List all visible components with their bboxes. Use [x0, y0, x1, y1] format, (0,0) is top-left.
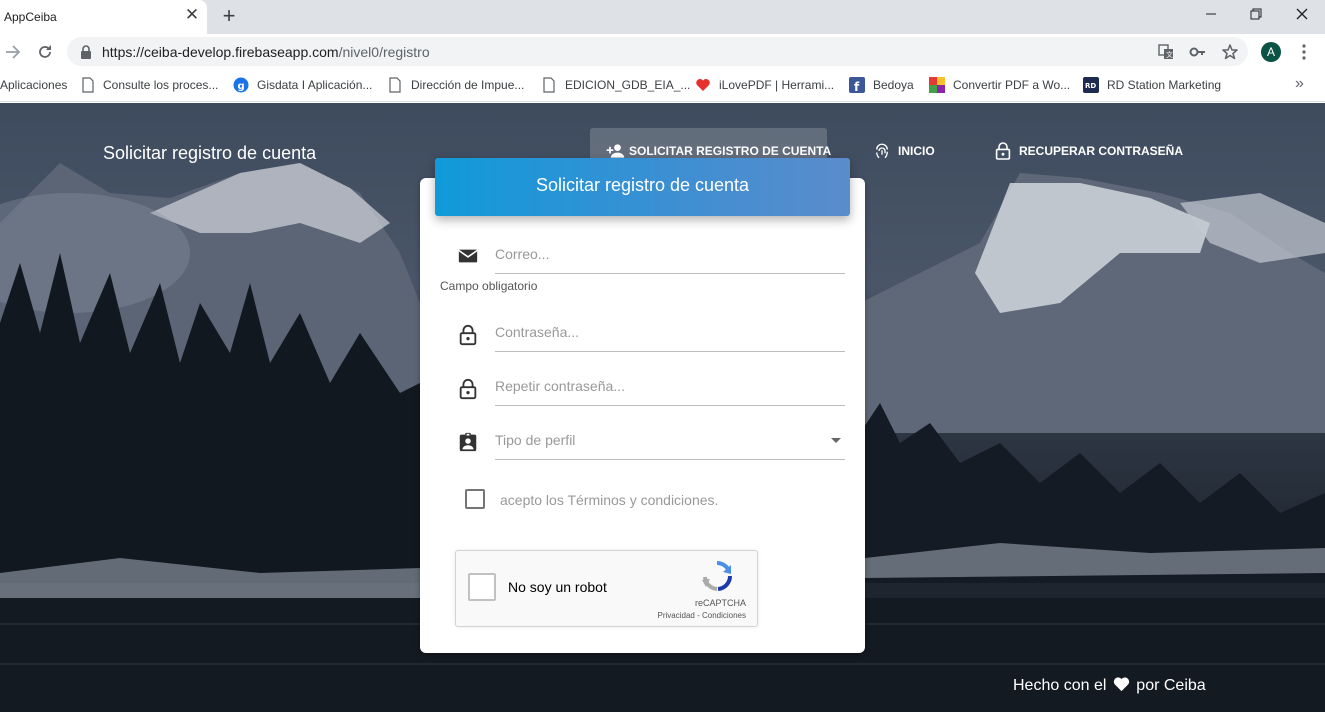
- bookmark-direccion[interactable]: Dirección de Impue...: [411, 78, 524, 92]
- lock-icon: [459, 378, 477, 400]
- lock-open-icon: [995, 142, 1011, 160]
- profile-type-select[interactable]: Tipo de perfil: [495, 426, 845, 460]
- rd-station-icon: RD: [1083, 77, 1099, 93]
- forward-icon[interactable]: [3, 42, 23, 62]
- recaptcha-label: No soy un robot: [508, 579, 607, 595]
- recaptcha-logo-icon: [702, 561, 733, 591]
- nav-label: RECUPERAR CONTRASEÑA: [1019, 144, 1184, 158]
- repeat-password-input[interactable]: [495, 378, 845, 394]
- card-header: Solicitar registro de cuenta: [435, 158, 850, 216]
- star-icon[interactable]: [1221, 43, 1239, 61]
- dropdown-arrow-icon[interactable]: [831, 438, 841, 443]
- browser-tabstrip: AppCeiba ✕ +: [0, 0, 1325, 34]
- fingerprint-icon: [876, 143, 888, 159]
- password-field[interactable]: [495, 318, 845, 352]
- email-required-hint: Campo obligatorio: [440, 279, 538, 293]
- page-icon: [543, 77, 555, 93]
- minimize-icon[interactable]: [1203, 6, 1219, 22]
- ilovepdf-icon: [696, 79, 710, 91]
- url-host: https://ceiba-develop.firebaseapp.com: [102, 44, 339, 60]
- recaptcha-brand: reCAPTCHA: [694, 598, 746, 608]
- tab-title: AppCeiba: [4, 10, 57, 24]
- assignment-ind-icon: [459, 432, 477, 452]
- lock-icon[interactable]: [77, 43, 95, 61]
- key-icon[interactable]: [1189, 43, 1207, 61]
- bookmark-convertir[interactable]: Convertir PDF a Wo...: [953, 78, 1070, 92]
- facebook-icon: f: [849, 77, 865, 93]
- svg-text:RD: RD: [1085, 82, 1096, 90]
- bookmark-aplicaciones[interactable]: Aplicaciones: [0, 78, 67, 92]
- bookmark-consulte[interactable]: Consulte los proces...: [103, 78, 218, 92]
- card-title: Solicitar registro de cuenta: [535, 175, 750, 195]
- brand-title[interactable]: Solicitar registro de cuenta: [103, 143, 316, 164]
- footer-prefix: Hecho con el: [1013, 677, 1107, 694]
- tab-close-icon[interactable]: ✕: [184, 6, 200, 23]
- footer-credit: Hecho con el por Ceiba: [1013, 676, 1206, 695]
- browser-tab[interactable]: AppCeiba ✕: [0, 0, 207, 34]
- lock-icon: [459, 324, 477, 346]
- recaptcha-privacy-terms-links[interactable]: Privacidad - Condiciones: [636, 611, 747, 620]
- address-bar[interactable]: https://ceiba-develop.firebaseapp.com/ni…: [67, 37, 1248, 66]
- profile-avatar[interactable]: A: [1261, 42, 1281, 62]
- email-input[interactable]: [495, 246, 845, 262]
- translate-icon[interactable]: 文: [1157, 43, 1175, 61]
- new-tab-icon[interactable]: +: [219, 5, 239, 27]
- browser-toolbar: https://ceiba-develop.firebaseapp.com/ni…: [0, 34, 1325, 70]
- restore-icon[interactable]: [1248, 6, 1264, 22]
- url-path: /nivel0/registro: [338, 44, 430, 60]
- page-icon: [82, 77, 94, 93]
- svg-text:g: g: [238, 81, 245, 92]
- page-background: Solicitar registro de cuenta SOLICITAR R…: [0, 103, 1325, 712]
- nav-recuperar-contrasena[interactable]: RECUPERAR CONTRASEÑA: [995, 138, 1183, 164]
- reload-icon[interactable]: [35, 42, 55, 62]
- email-field[interactable]: [495, 240, 845, 274]
- bookmark-ilovepdf[interactable]: iLovePDF | Herrami...: [719, 78, 834, 92]
- terms-checkbox[interactable]: [465, 489, 485, 509]
- page-icon: [389, 77, 401, 93]
- repeat-password-field[interactable]: [495, 372, 845, 406]
- bookmark-gisdata[interactable]: Gisdata I Aplicación...: [257, 78, 372, 92]
- url-text: https://ceiba-develop.firebaseapp.com/ni…: [102, 44, 430, 60]
- svg-text:f: f: [854, 80, 860, 93]
- bookmark-rd-station[interactable]: RD Station Marketing: [1107, 78, 1221, 92]
- password-input[interactable]: [495, 324, 845, 340]
- menu-icon[interactable]: [1297, 42, 1311, 62]
- email-icon: [458, 249, 478, 263]
- heart-icon: [1113, 677, 1129, 692]
- convertir-pdf-icon: [929, 77, 945, 93]
- nav-inicio[interactable]: INICIO: [873, 138, 943, 164]
- bookmark-bedoya[interactable]: Bedoya: [873, 78, 914, 92]
- svg-text:文: 文: [1166, 50, 1173, 59]
- terms-label[interactable]: acepto los Términos y condiciones.: [500, 492, 718, 508]
- bookmarks-bar: Aplicaciones Consulte los proces... g Gi…: [0, 70, 1325, 102]
- footer-suffix: por Ceiba: [1136, 677, 1206, 694]
- gisdata-icon: g: [233, 77, 249, 93]
- bookmarks-overflow-icon[interactable]: »: [1295, 75, 1304, 93]
- bookmark-edicion[interactable]: EDICION_GDB_EIA_...: [565, 78, 690, 92]
- nav-label: INICIO: [898, 144, 935, 158]
- recaptcha-checkbox[interactable]: [468, 573, 496, 601]
- close-window-icon[interactable]: [1294, 6, 1310, 22]
- profile-type-label: Tipo de perfil: [495, 432, 576, 448]
- recaptcha-widget: No soy un robot reCAPTCHA Privacidad - C…: [455, 550, 758, 627]
